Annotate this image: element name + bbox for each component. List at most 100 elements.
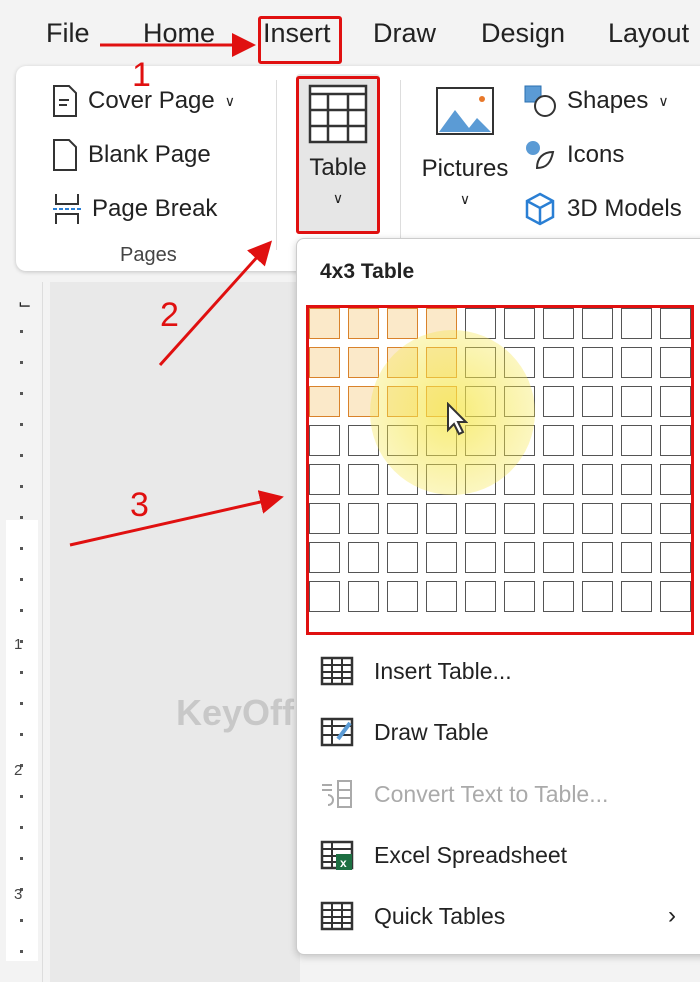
grid-cell[interactable] xyxy=(582,581,613,612)
ruler-label: 2 xyxy=(14,762,23,779)
shapes-button[interactable]: Shapes ∨ xyxy=(523,84,669,118)
page-break-button[interactable]: Page Break xyxy=(52,192,217,226)
grid-cell[interactable] xyxy=(426,581,457,612)
grid-cell[interactable] xyxy=(543,503,574,534)
divider xyxy=(400,80,401,240)
grid-cell[interactable] xyxy=(348,347,379,378)
grid-cell[interactable] xyxy=(387,581,418,612)
cube-icon xyxy=(525,192,555,226)
quick-tables-item[interactable]: Quick Tables xyxy=(320,901,505,931)
grid-cell[interactable] xyxy=(621,503,652,534)
grid-cell[interactable] xyxy=(504,503,535,534)
grid-cell[interactable] xyxy=(504,308,535,339)
menu-label: Draw Table xyxy=(374,718,489,745)
ruler-tick xyxy=(20,454,23,457)
ruler-tick xyxy=(20,702,23,705)
cover-page-icon xyxy=(53,85,77,117)
grid-cell[interactable] xyxy=(309,464,340,495)
grid-cell[interactable] xyxy=(309,503,340,534)
grid-cell[interactable] xyxy=(465,542,496,573)
tab-home[interactable]: Home xyxy=(143,18,215,49)
excel-spreadsheet-item[interactable]: x Excel Spreadsheet xyxy=(320,840,567,870)
grid-cell[interactable] xyxy=(309,425,340,456)
grid-cell[interactable] xyxy=(309,542,340,573)
grid-cell[interactable] xyxy=(543,464,574,495)
chevron-down-icon: ∨ xyxy=(658,92,669,109)
ruler-label: 3 xyxy=(14,886,23,903)
grid-cell[interactable] xyxy=(660,347,691,378)
grid-cell[interactable] xyxy=(465,581,496,612)
grid-cell[interactable] xyxy=(582,386,613,417)
grid-cell[interactable] xyxy=(621,386,652,417)
ruler-tick xyxy=(20,578,23,581)
annotation-step-1: 1 xyxy=(132,56,151,94)
grid-cell[interactable] xyxy=(621,425,652,456)
grid-cell[interactable] xyxy=(621,542,652,573)
icons-button[interactable]: Icons xyxy=(523,138,624,172)
grid-cell[interactable] xyxy=(543,347,574,378)
grid-cell[interactable] xyxy=(387,503,418,534)
grid-cell[interactable] xyxy=(582,347,613,378)
grid-cell[interactable] xyxy=(660,503,691,534)
grid-cell[interactable] xyxy=(543,386,574,417)
grid-cell[interactable] xyxy=(348,308,379,339)
grid-cell[interactable] xyxy=(426,542,457,573)
grid-cell[interactable] xyxy=(621,347,652,378)
grid-cell[interactable] xyxy=(543,425,574,456)
chevron-down-icon: ∨ xyxy=(224,92,235,109)
tab-draw[interactable]: Draw xyxy=(373,18,436,49)
ruler-tick xyxy=(20,547,23,550)
insert-table-item[interactable]: Insert Table... xyxy=(320,656,512,686)
grid-cell[interactable] xyxy=(504,542,535,573)
convert-text-item[interactable]: Convert Text to Table... xyxy=(320,779,608,809)
quick-tables-icon xyxy=(320,901,354,931)
grid-cell[interactable] xyxy=(348,542,379,573)
tab-stop-icon: ⌙ xyxy=(18,296,32,313)
ruler-tick xyxy=(20,392,23,395)
grid-cell[interactable] xyxy=(543,308,574,339)
grid-cell[interactable] xyxy=(582,542,613,573)
draw-table-item[interactable]: Draw Table xyxy=(320,717,489,747)
tab-design[interactable]: Design xyxy=(481,18,565,49)
ruler-tick xyxy=(20,361,23,364)
grid-cell[interactable] xyxy=(426,503,457,534)
grid-cell[interactable] xyxy=(309,386,340,417)
pictures-button[interactable]: Pictures ∨ xyxy=(420,86,510,208)
pages-group-label: Pages xyxy=(120,244,177,266)
grid-cell[interactable] xyxy=(660,425,691,456)
grid-cell[interactable] xyxy=(621,308,652,339)
tab-file[interactable]: File xyxy=(46,18,90,49)
grid-cell[interactable] xyxy=(543,542,574,573)
mouse-cursor-icon xyxy=(447,402,468,436)
grid-cell[interactable] xyxy=(621,581,652,612)
pictures-label: Pictures xyxy=(421,155,509,182)
grid-cell[interactable] xyxy=(660,464,691,495)
grid-cell[interactable] xyxy=(660,581,691,612)
grid-cell[interactable] xyxy=(582,308,613,339)
grid-cell[interactable] xyxy=(582,425,613,456)
grid-cell[interactable] xyxy=(348,581,379,612)
ruler-tick xyxy=(20,919,23,922)
ruler-tick xyxy=(20,330,23,333)
grid-cell[interactable] xyxy=(309,347,340,378)
document-area[interactable] xyxy=(50,282,300,982)
grid-cell[interactable] xyxy=(465,503,496,534)
grid-cell[interactable] xyxy=(660,386,691,417)
grid-cell[interactable] xyxy=(504,581,535,612)
grid-cell[interactable] xyxy=(348,464,379,495)
grid-cell[interactable] xyxy=(309,308,340,339)
grid-cell[interactable] xyxy=(621,464,652,495)
ruler-tick xyxy=(20,485,23,488)
tab-layout[interactable]: Layout xyxy=(608,18,689,49)
grid-cell[interactable] xyxy=(387,542,418,573)
blank-page-button[interactable]: Blank Page xyxy=(52,138,211,172)
grid-cell[interactable] xyxy=(582,464,613,495)
grid-cell[interactable] xyxy=(348,503,379,534)
grid-cell[interactable] xyxy=(309,581,340,612)
grid-cell[interactable] xyxy=(543,581,574,612)
grid-cell[interactable] xyxy=(660,542,691,573)
grid-cell[interactable] xyxy=(660,308,691,339)
grid-cell[interactable] xyxy=(582,503,613,534)
3d-models-button[interactable]: 3D Models xyxy=(523,192,682,226)
grid-cell[interactable] xyxy=(387,308,418,339)
